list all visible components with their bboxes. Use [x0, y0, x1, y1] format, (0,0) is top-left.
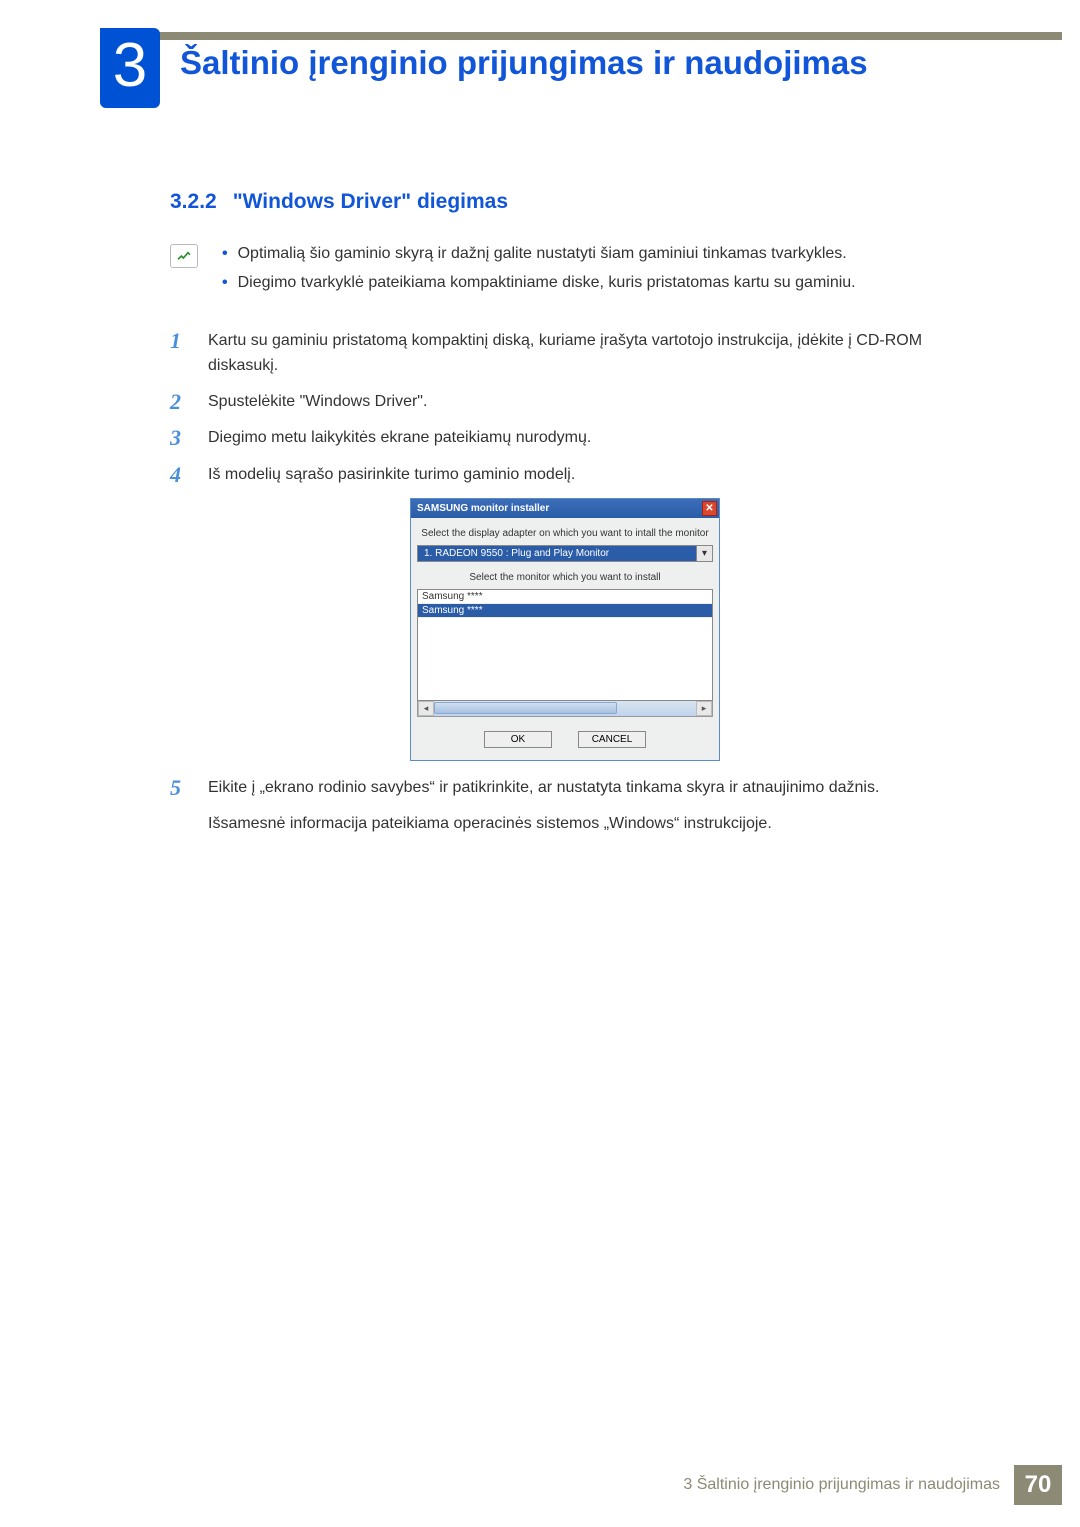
installer-titlebar: SAMSUNG monitor installer ✕ — [411, 499, 719, 518]
footer: 3 Šaltinio įrenginio prijungimas ir naud… — [683, 1465, 1062, 1505]
cancel-button[interactable]: CANCEL — [578, 731, 646, 748]
list-item[interactable]: Samsung **** — [418, 590, 712, 604]
step-text: Eikite į „ekrano rodinio savybes“ ir pat… — [208, 775, 879, 801]
step-text: Iš modelių sąrašo pasirinkite turimo gam… — [208, 462, 575, 488]
close-icon[interactable]: ✕ — [702, 501, 717, 516]
step-number: 5 — [170, 775, 190, 801]
step-3: 3 Diegimo metu laikykitės ekrane pateiki… — [170, 425, 960, 451]
step-text: Kartu su gaminiu pristatomą kompaktinį d… — [208, 328, 960, 379]
scroll-left-icon[interactable]: ◂ — [418, 701, 434, 716]
step-number: 1 — [170, 328, 190, 379]
scroll-right-icon[interactable]: ▸ — [696, 701, 712, 716]
monitor-list[interactable]: Samsung **** Samsung **** — [417, 589, 713, 701]
chapter-number: 3 — [113, 35, 147, 97]
adapter-select-row: 1. RADEON 9550 : Plug and Play Monitor ▾ — [417, 545, 713, 562]
installer-dialog: SAMSUNG monitor installer ✕ Select the d… — [410, 498, 720, 761]
chapter-title: Šaltinio įrenginio prijungimas ir naudoj… — [180, 44, 868, 82]
step-number: 4 — [170, 462, 190, 488]
section-heading: 3.2.2 "Windows Driver" diegimas — [170, 190, 960, 214]
step-number: 2 — [170, 389, 190, 415]
section-title: "Windows Driver" diegimas — [233, 190, 508, 214]
content-area: 3.2.2 "Windows Driver" diegimas Optimali… — [170, 190, 960, 837]
scroll-thumb[interactable] — [434, 702, 617, 714]
list-item[interactable]: Samsung **** — [418, 604, 712, 618]
note-item: Diegimo tvarkyklė pateikiama kompaktinia… — [216, 271, 856, 296]
step-subtext: Išsamesnė informacija pateikiama operaci… — [208, 811, 960, 837]
chevron-down-icon[interactable]: ▾ — [697, 545, 713, 562]
step-number: 3 — [170, 425, 190, 451]
step-4: 4 Iš modelių sąrašo pasirinkite turimo g… — [170, 462, 960, 488]
installer-buttons: OK CANCEL — [411, 731, 719, 748]
installer-label-monitor: Select the monitor which you want to ins… — [411, 562, 719, 589]
chapter-tab: 3 — [100, 28, 160, 108]
step-text: Diegimo metu laikykitės ekrane pateikiam… — [208, 425, 591, 451]
step-2: 2 Spustelėkite "Windows Driver". — [170, 389, 960, 415]
scroll-track[interactable] — [434, 701, 696, 716]
step-text: Spustelėkite "Windows Driver". — [208, 389, 427, 415]
ok-button[interactable]: OK — [484, 731, 552, 748]
note-icon — [170, 244, 198, 268]
page-number: 70 — [1014, 1465, 1062, 1505]
installer-label-adapter: Select the display adapter on which you … — [411, 518, 719, 545]
note-list: Optimalią šio gaminio skyrą ir dažnį gal… — [216, 242, 856, 300]
step-5: 5 Eikite į „ekrano rodinio savybes“ ir p… — [170, 775, 960, 801]
step-1: 1 Kartu su gaminiu pristatomą kompaktinį… — [170, 328, 960, 379]
installer-title-text: SAMSUNG monitor installer — [417, 503, 549, 514]
adapter-select[interactable]: 1. RADEON 9550 : Plug and Play Monitor — [417, 545, 697, 562]
section-number: 3.2.2 — [170, 190, 217, 214]
note-block: Optimalią šio gaminio skyrą ir dažnį gal… — [170, 242, 960, 300]
footer-text: 3 Šaltinio įrenginio prijungimas ir naud… — [683, 1465, 1014, 1505]
header-bar — [100, 32, 1062, 40]
note-item: Optimalią šio gaminio skyrą ir dažnį gal… — [216, 242, 856, 267]
horizontal-scrollbar[interactable]: ◂ ▸ — [417, 701, 713, 717]
